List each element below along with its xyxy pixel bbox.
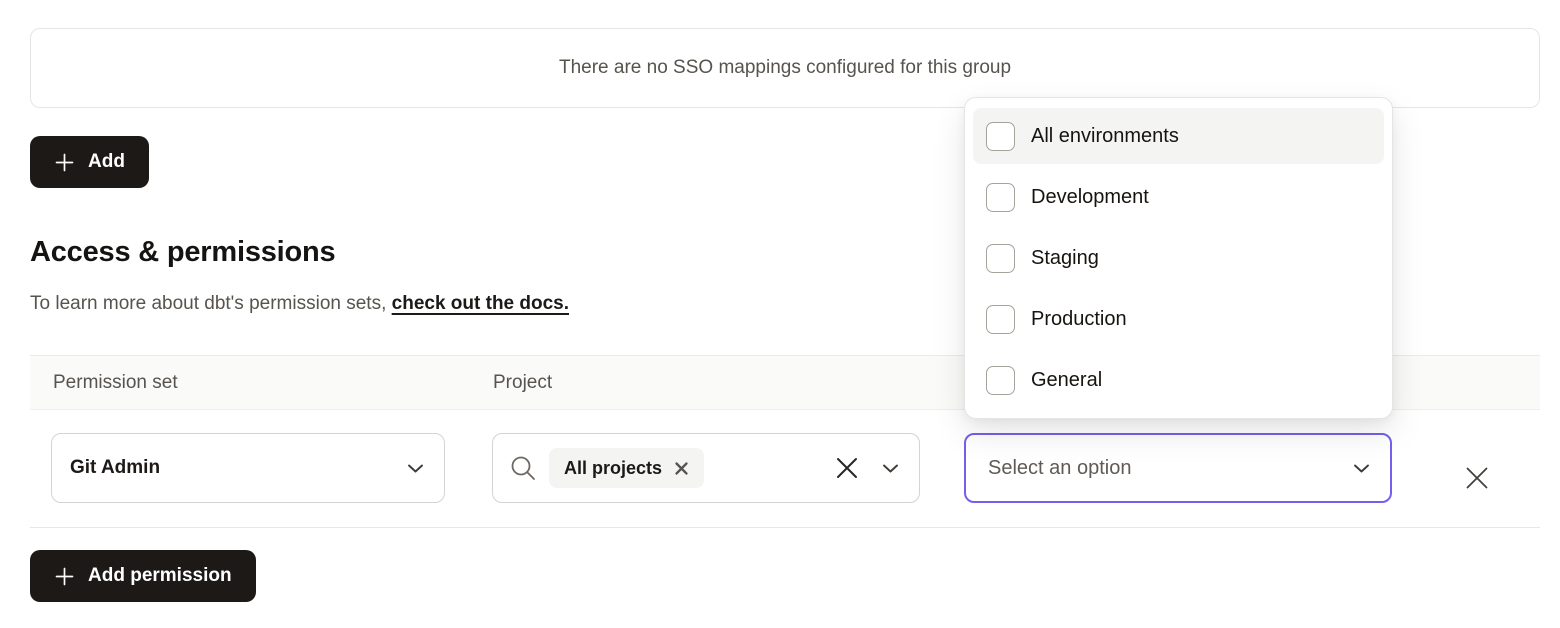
environment-select[interactable]: Select an option xyxy=(964,433,1392,503)
description-text: To learn more about dbt's permission set… xyxy=(30,293,392,314)
dropdown-option-staging[interactable]: Staging xyxy=(973,230,1384,286)
add-button-label: Add xyxy=(88,151,125,173)
search-icon xyxy=(509,454,537,482)
option-label: General xyxy=(1031,369,1102,392)
checkbox-unchecked[interactable] xyxy=(986,366,1015,395)
sso-empty-message: There are no SSO mappings configured for… xyxy=(559,57,1011,79)
group-settings-page: There are no SSO mappings configured for… xyxy=(0,0,1560,628)
column-header-permission-set: Permission set xyxy=(53,356,178,409)
project-tag-label: All projects xyxy=(564,458,662,479)
dropdown-option-production[interactable]: Production xyxy=(973,291,1384,347)
option-label: Development xyxy=(1031,186,1149,209)
tag-remove-icon[interactable] xyxy=(674,461,689,476)
page-title: Access & permissions xyxy=(30,236,336,269)
permission-row: Git Admin All projects xyxy=(30,410,1540,528)
docs-link[interactable]: check out the docs. xyxy=(392,293,569,314)
chevron-down-icon xyxy=(882,463,899,474)
clear-selection-icon[interactable] xyxy=(834,455,860,481)
dropdown-option-all-environments[interactable]: All environments xyxy=(973,108,1384,164)
section-description: To learn more about dbt's permission set… xyxy=(30,293,569,315)
chevron-down-icon xyxy=(1353,463,1370,474)
project-multiselect[interactable]: All projects xyxy=(492,433,920,503)
column-header-project: Project xyxy=(493,356,552,409)
plus-icon xyxy=(54,566,75,587)
option-label: Production xyxy=(1031,308,1127,331)
add-permission-button-label: Add permission xyxy=(88,565,232,587)
chevron-down-icon xyxy=(407,463,424,474)
remove-permission-row-button[interactable] xyxy=(1449,451,1505,507)
permission-set-value: Git Admin xyxy=(70,457,160,479)
checkbox-unchecked[interactable] xyxy=(986,122,1015,151)
environment-dropdown-menu: All environments Development Staging Pro… xyxy=(964,97,1393,419)
close-icon xyxy=(1463,464,1491,495)
sso-mappings-empty-state: There are no SSO mappings configured for… xyxy=(30,28,1540,108)
add-permission-button[interactable]: Add permission xyxy=(30,550,256,602)
environment-placeholder: Select an option xyxy=(988,457,1131,480)
dropdown-option-general[interactable]: General xyxy=(973,352,1384,408)
option-label: All environments xyxy=(1031,125,1179,148)
permission-set-select[interactable]: Git Admin xyxy=(51,433,445,503)
checkbox-unchecked[interactable] xyxy=(986,244,1015,273)
dropdown-option-development[interactable]: Development xyxy=(973,169,1384,225)
option-label: Staging xyxy=(1031,247,1099,270)
project-tag: All projects xyxy=(549,448,704,488)
plus-icon xyxy=(54,152,75,173)
add-sso-mapping-button[interactable]: Add xyxy=(30,136,149,188)
checkbox-unchecked[interactable] xyxy=(986,183,1015,212)
checkbox-unchecked[interactable] xyxy=(986,305,1015,334)
